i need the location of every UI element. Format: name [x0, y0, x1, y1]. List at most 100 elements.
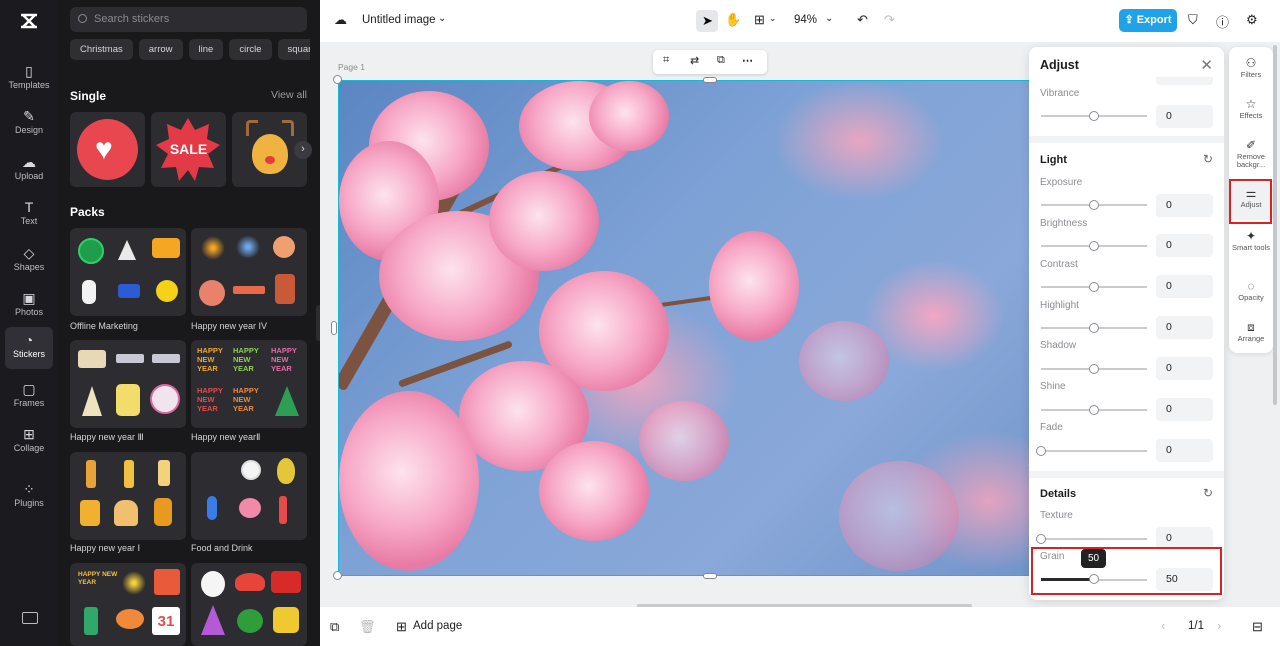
rail-design[interactable]: ✎ Design: [5, 103, 53, 145]
slider-knob[interactable]: [1036, 534, 1046, 544]
rail-remove-background[interactable]: ✐ Remove backgr...: [1229, 137, 1273, 169]
bottom-bar: [320, 607, 1280, 646]
resize-handle[interactable]: [703, 77, 717, 83]
rail-templates[interactable]: ▯ Templates: [5, 58, 53, 100]
slider-knob[interactable]: [1089, 200, 1099, 210]
pack-happy-new-year-2[interactable]: HAPPY NEW YEAR HAPPY NEW YEAR HAPPY NEW YEAR H…: [191, 340, 307, 428]
slider-knob[interactable]: [1089, 282, 1099, 292]
layout-icon[interactable]: ⊞: [754, 12, 765, 28]
resize-handle[interactable]: [333, 571, 342, 580]
rail-opacity[interactable]: ◌ Opacity: [1229, 278, 1273, 302]
pack-happy-new-year-3[interactable]: [70, 340, 186, 428]
rail-arrange[interactable]: ⧈ Arrange: [1229, 319, 1273, 343]
chip-line[interactable]: line: [188, 39, 224, 60]
rail-filters[interactable]: ⚇ Filters: [1229, 55, 1273, 79]
chip-circle[interactable]: circle: [229, 39, 272, 60]
reset-icon[interactable]: ↻: [1203, 486, 1213, 500]
slider-knob[interactable]: [1036, 446, 1046, 456]
rail-collage[interactable]: ⊞ Collage: [5, 421, 53, 463]
rail-frames[interactable]: ▢ Frames: [5, 376, 53, 418]
capcut-logo: [21, 13, 37, 29]
slider-knob[interactable]: [1089, 111, 1099, 121]
pack-offline-marketing[interactable]: [70, 228, 186, 316]
trash-icon[interactable]: 🗑: [359, 619, 376, 635]
vibrance-label: Vibrance: [1040, 88, 1080, 99]
resize-handle[interactable]: [331, 321, 337, 335]
settings-gear-icon[interactable]: ⚙: [1246, 12, 1258, 28]
slider-knob[interactable]: [1089, 364, 1099, 374]
adjust-title: Adjust: [1040, 58, 1079, 72]
close-icon[interactable]: ✕: [1200, 56, 1213, 74]
add-page-button[interactable]: Add page: [413, 620, 462, 632]
rail-stickers[interactable]: ◔ Stickers: [5, 327, 53, 369]
opacity-icon: ◌: [1247, 279, 1255, 293]
resize-handle[interactable]: [333, 75, 342, 84]
chevron-down-icon[interactable]: ⌄: [769, 13, 777, 24]
cloud-icon[interactable]: ☁: [334, 12, 347, 28]
prev-page-icon[interactable]: ‹: [1161, 618, 1165, 633]
sticker-heart[interactable]: ♥: [70, 112, 145, 187]
duplicate-icon[interactable]: ⧉: [717, 54, 725, 67]
keyboard-shortcuts-icon[interactable]: [22, 612, 38, 624]
slider-knob[interactable]: [1089, 405, 1099, 415]
rail-smart-tools[interactable]: ✦ Smart tools: [1229, 228, 1273, 252]
next-page-icon[interactable]: ›: [1217, 618, 1221, 633]
undo-icon[interactable]: ↶: [857, 12, 868, 28]
rail-effects[interactable]: ☆ Effects: [1229, 96, 1273, 120]
replace-icon[interactable]: ⇄: [690, 54, 699, 67]
shine-value[interactable]: 0: [1156, 398, 1213, 421]
reset-icon[interactable]: ↻: [1203, 152, 1213, 166]
chevron-down-icon[interactable]: ⌄: [438, 13, 446, 24]
document-title[interactable]: Untitled image: [362, 14, 436, 26]
hand-icon[interactable]: ✋: [725, 12, 741, 28]
canvas-image[interactable]: [338, 80, 1058, 576]
text-icon: T: [24, 199, 34, 215]
chevron-down-icon[interactable]: ⌄: [825, 13, 833, 24]
sticker-chips: Christmasarrowlinecirclesquare: [70, 39, 310, 61]
brightness-value[interactable]: 0: [1156, 234, 1213, 257]
select-tool[interactable]: ➤: [696, 10, 718, 32]
slider-knob[interactable]: [1089, 323, 1099, 333]
sticker-search-input[interactable]: Search stickers: [70, 7, 307, 32]
sticker-sale[interactable]: SALE: [151, 112, 226, 187]
view-all-link[interactable]: View all: [271, 89, 307, 101]
rail-upload[interactable]: ☁ Upload: [5, 149, 53, 191]
packs-title: Packs: [70, 205, 105, 219]
shield-icon[interactable]: ⛉: [1188, 12, 1198, 28]
pack-happy-new-year-1[interactable]: [70, 452, 186, 540]
fade-value[interactable]: 0: [1156, 439, 1213, 462]
chip-christmas[interactable]: Christmas: [70, 39, 133, 60]
contrast-value[interactable]: 0: [1156, 275, 1213, 298]
pages-panel-icon[interactable]: ⊟: [1252, 619, 1263, 635]
pack-happy-new-year-4[interactable]: [191, 228, 307, 316]
pack-new-year-party[interactable]: HAPPY NEW YEAR 31: [70, 563, 186, 646]
rail-text[interactable]: T Text: [5, 194, 53, 236]
zoom-level[interactable]: 94%: [794, 14, 817, 26]
rail-shapes[interactable]: ◇ Shapes: [5, 240, 53, 282]
texture-slider[interactable]: [1041, 538, 1147, 540]
more-icon[interactable]: ⋯: [742, 54, 753, 67]
photos-icon: ▣: [22, 290, 36, 306]
rail-plugins[interactable]: ⁘ Plugins: [5, 476, 53, 518]
crop-icon[interactable]: ⌗: [663, 54, 669, 67]
help-icon[interactable]: ⓘ: [1216, 12, 1229, 31]
pack-christmas[interactable]: [191, 563, 307, 646]
heart-icon: ♥: [77, 119, 138, 180]
export-button[interactable]: ⇪ Export: [1119, 9, 1177, 32]
redo-icon[interactable]: ↷: [884, 12, 895, 28]
rail-photos[interactable]: ▣ Photos: [5, 285, 53, 327]
shadow-value[interactable]: 0: [1156, 357, 1213, 380]
vertical-scrollbar[interactable]: [1273, 45, 1277, 405]
pack-food-and-drink[interactable]: [191, 452, 307, 540]
fade-slider[interactable]: [1041, 450, 1147, 452]
chip-square[interactable]: square: [277, 39, 310, 60]
chip-arrow[interactable]: arrow: [138, 39, 183, 60]
resize-handle[interactable]: [703, 573, 717, 579]
add-page-icon[interactable]: ⊞: [396, 619, 407, 635]
exposure-value[interactable]: 0: [1156, 194, 1213, 217]
highlight-value[interactable]: 0: [1156, 316, 1213, 339]
vibrance-value[interactable]: 0: [1156, 105, 1213, 128]
copy-page-icon[interactable]: ⧉: [330, 619, 339, 635]
next-arrow-icon[interactable]: ›: [294, 141, 312, 159]
slider-knob[interactable]: [1089, 241, 1099, 251]
